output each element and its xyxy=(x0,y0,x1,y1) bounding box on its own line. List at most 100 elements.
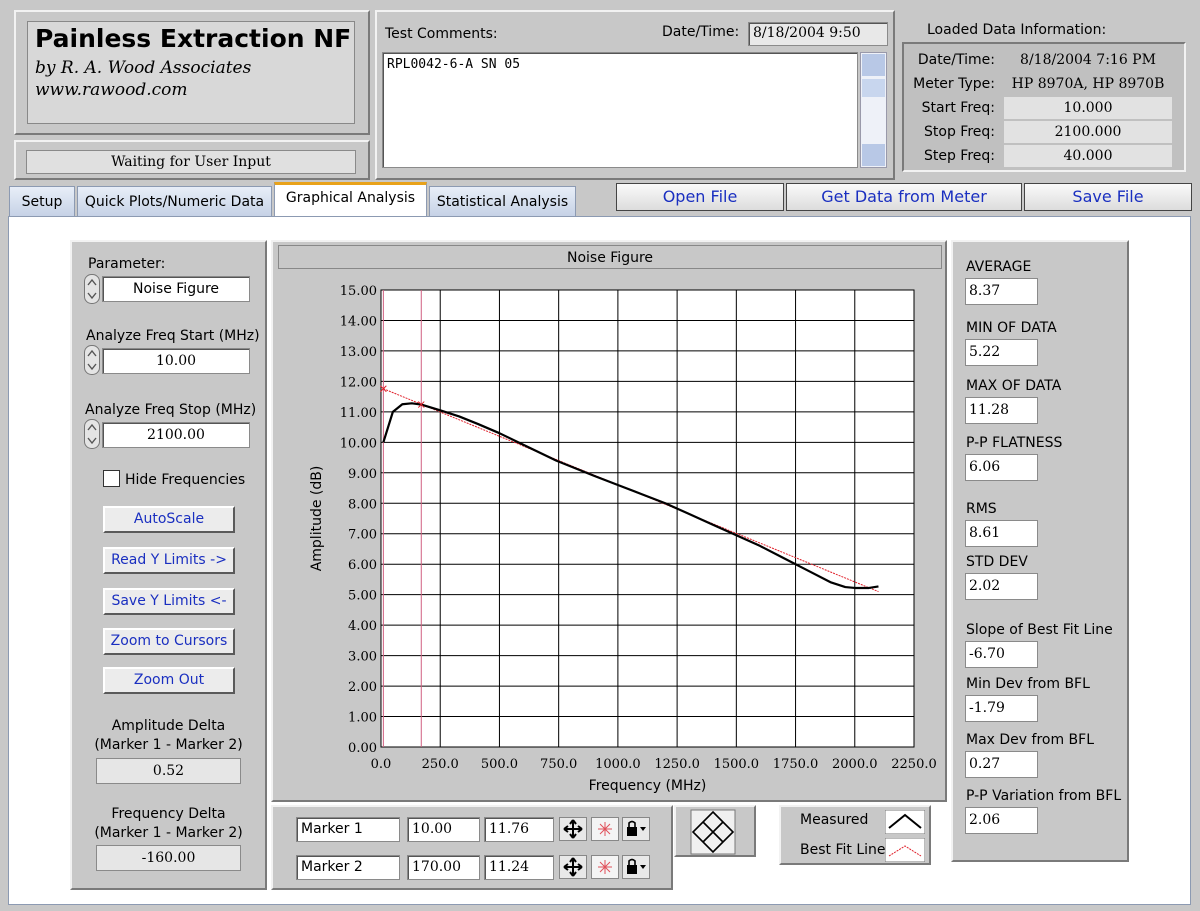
get-data-from-meter-button[interactable]: Get Data from Meter xyxy=(786,183,1022,211)
x-tick-label: 2250.0 xyxy=(891,757,937,772)
zoom-to-cursors-button[interactable]: Zoom to Cursors xyxy=(103,628,235,655)
parameter-spinner-icon[interactable] xyxy=(84,274,100,304)
marker-1-cursor-move-icon[interactable] xyxy=(559,817,587,841)
autoscale-button[interactable]: AutoScale xyxy=(103,506,235,533)
amplitude-delta-value: 0.52 xyxy=(96,758,241,784)
stat-value: 6.06 xyxy=(965,454,1038,481)
stat-label: Slope of Best Fit Line xyxy=(966,622,1113,638)
tab-quick-plots[interactable]: Quick Plots/Numeric Data xyxy=(77,186,272,216)
x-tick-label: 2000.0 xyxy=(832,757,878,772)
datetime-field[interactable]: 8/18/2004 9:50 xyxy=(748,22,888,46)
scroll-down-icon[interactable] xyxy=(862,144,885,166)
frequency-delta-value: -160.00 xyxy=(96,845,241,871)
marker-1-name[interactable]: Marker 1 xyxy=(296,817,400,842)
x-tick-label: 500.0 xyxy=(481,757,518,772)
stat-value: 8.37 xyxy=(965,278,1038,305)
marker-1-frequency[interactable]: 10.00 xyxy=(407,817,480,842)
plot-area[interactable] xyxy=(380,289,915,748)
x-tick-label: 1250.0 xyxy=(654,757,700,772)
stat-value: 2.06 xyxy=(965,807,1038,834)
hide-frequencies-checkbox[interactable] xyxy=(103,470,120,487)
x-tick-label: 0.0 xyxy=(371,757,392,772)
zoom-out-button[interactable]: Zoom Out xyxy=(103,667,235,694)
start-spinner-icon[interactable] xyxy=(84,345,100,375)
y-tick-label: 4.00 xyxy=(348,619,377,634)
marker-2-frequency[interactable]: 170.00 xyxy=(407,855,480,880)
parameter-select[interactable]: Noise Figure xyxy=(102,276,250,302)
save-y-limits-button[interactable]: Save Y Limits <- xyxy=(103,588,235,615)
stat-value: 11.28 xyxy=(965,397,1038,424)
marker-2-amplitude[interactable]: 11.24 xyxy=(484,855,554,880)
open-file-button[interactable]: Open File xyxy=(616,183,784,211)
stat-label: MAX OF DATA xyxy=(966,378,1062,394)
analyze-start-field[interactable]: 10.00 xyxy=(102,348,250,374)
marker-2-name[interactable]: Marker 2 xyxy=(296,855,400,880)
stat-value: 0.27 xyxy=(965,751,1038,778)
marker-2-cursor-point-style-icon[interactable] xyxy=(591,855,619,879)
y-tick-label: 3.00 xyxy=(348,650,377,665)
y-tick-label: 9.00 xyxy=(348,467,377,482)
marker-2-cursor-move-icon[interactable] xyxy=(559,855,587,879)
stat-label: P-P Variation from BFL xyxy=(966,788,1122,804)
frequency-delta-label: Frequency Delta xyxy=(111,806,226,822)
loaded-row-label: Stop Freq: xyxy=(924,124,995,140)
loaded-row-label: Start Freq: xyxy=(921,100,995,116)
stop-spinner-icon[interactable] xyxy=(84,419,100,449)
stat-label: Max Dev from BFL xyxy=(966,732,1095,748)
marker-2-cursor-lock-icon[interactable] xyxy=(622,855,650,879)
loaded-row-value: 40.000 xyxy=(1004,145,1172,167)
stat-label: RMS xyxy=(966,501,997,517)
y-tick-label: 6.00 xyxy=(348,558,377,573)
analyze-stop-field[interactable]: 2100.00 xyxy=(102,422,250,448)
y-axis-label: Amplitude (dB) xyxy=(309,466,325,572)
stat-value: 2.02 xyxy=(965,573,1038,600)
parameter-label: Parameter: xyxy=(88,256,166,272)
scroll-up-icon[interactable] xyxy=(862,54,885,76)
stat-label: MIN OF DATA xyxy=(966,320,1057,336)
x-tick-label: 750.0 xyxy=(540,757,577,772)
stat-label: STD DEV xyxy=(966,554,1028,570)
save-file-button[interactable]: Save File xyxy=(1024,183,1192,211)
scroll-thumb[interactable] xyxy=(862,79,885,97)
read-y-limits-button[interactable]: Read Y Limits -> xyxy=(103,547,235,574)
x-axis-label: Frequency (MHz) xyxy=(589,778,707,794)
marker-1-cursor-point-style-icon[interactable] xyxy=(591,817,619,841)
stat-label: AVERAGE xyxy=(966,259,1032,275)
amplitude-delta-sublabel: (Marker 1 - Marker 2) xyxy=(94,737,243,753)
datetime-label: Date/Time: xyxy=(662,24,740,40)
noise-figure-chart[interactable]: 0.0 250.0 500.0 750.0 1000.0 1250.0 1500.0 1750… xyxy=(273,272,945,800)
stat-value: 8.61 xyxy=(965,520,1038,547)
y-tick-label: 14.00 xyxy=(340,314,377,329)
hide-frequencies-label: Hide Frequencies xyxy=(125,472,246,488)
comments-textarea[interactable]: RPL0042-6-A SN 05 xyxy=(382,52,858,168)
y-tick-label: 0.00 xyxy=(348,741,377,756)
app-byline: by R. A. Wood Associates xyxy=(35,58,252,78)
loaded-row-label: Step Freq: xyxy=(923,148,995,164)
loaded-row-value: 10.000 xyxy=(1004,97,1172,119)
legend-measured-swatch xyxy=(885,810,925,834)
comments-scrollbar[interactable] xyxy=(860,52,887,168)
loaded-row-label: Meter Type: xyxy=(913,76,995,92)
tab-statistical-analysis[interactable]: Statistical Analysis xyxy=(429,186,576,216)
amplitude-delta-label: Amplitude Delta xyxy=(111,718,226,734)
y-tick-label: 13.00 xyxy=(340,345,377,360)
stat-label: P-P FLATNESS xyxy=(966,435,1063,451)
y-tick-label: 5.00 xyxy=(348,589,377,604)
stat-value: -1.79 xyxy=(965,695,1038,722)
tab-graphical-analysis[interactable]: Graphical Analysis xyxy=(274,182,427,217)
pan-zoom-icon[interactable] xyxy=(690,809,736,855)
stat-value: -6.70 xyxy=(965,641,1038,668)
x-tick-label: 1000.0 xyxy=(595,757,641,772)
app-url: www.rawood.com xyxy=(35,80,188,100)
marker-1-amplitude[interactable]: 11.76 xyxy=(484,817,554,842)
legend-measured-label: Measured xyxy=(800,812,869,828)
marker-1-cursor-lock-icon[interactable] xyxy=(622,817,650,841)
tab-setup[interactable]: Setup xyxy=(9,186,75,216)
x-tick-label: 1500.0 xyxy=(714,757,760,772)
loaded-row-value: 8/18/2004 7:16 PM xyxy=(1020,52,1156,68)
legend-bfl-swatch xyxy=(885,838,925,862)
y-tick-label: 7.00 xyxy=(348,528,377,543)
y-tick-label: 12.00 xyxy=(340,375,377,390)
y-tick-label: 15.00 xyxy=(340,284,377,299)
y-tick-label: 8.00 xyxy=(348,497,377,512)
